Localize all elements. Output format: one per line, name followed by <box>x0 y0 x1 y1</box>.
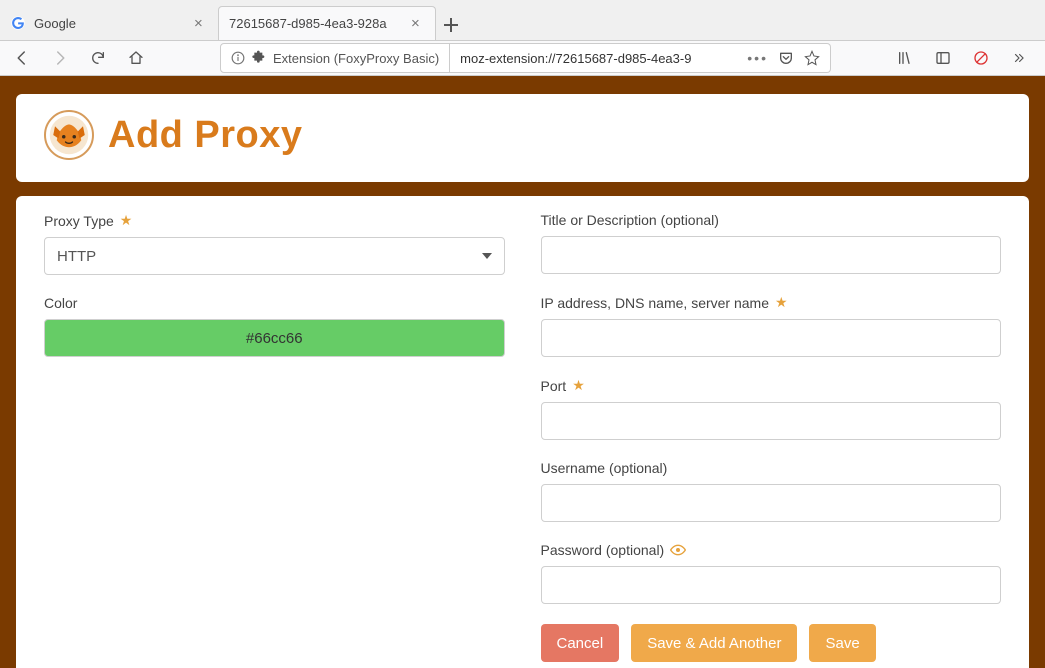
page-actions-icon[interactable]: ••• <box>747 50 768 66</box>
tab-google[interactable]: Google × <box>0 6 218 40</box>
library-icon[interactable] <box>891 44 919 72</box>
label-title: Title or Description (optional) <box>541 212 719 228</box>
back-button[interactable] <box>8 44 36 72</box>
label-ip: IP address, DNS name, server name <box>541 295 770 311</box>
cancel-button[interactable]: Cancel <box>541 624 620 662</box>
header-card: Add Proxy <box>16 94 1029 182</box>
left-column: Proxy Type ★ HTTP Color #66cc66 <box>44 212 505 662</box>
tab-extension[interactable]: 72615687-d985-4ea3-928a × <box>218 6 436 40</box>
password-input[interactable] <box>541 566 1002 604</box>
page-background: Add Proxy Proxy Type ★ HTTP Col <box>0 76 1045 668</box>
label-username: Username (optional) <box>541 460 668 476</box>
page-title: Add Proxy <box>108 114 303 157</box>
forward-button[interactable] <box>46 44 74 72</box>
url-input[interactable] <box>460 51 737 66</box>
urlbar[interactable]: ••• <box>450 43 831 73</box>
label-color: Color <box>44 295 77 311</box>
color-swatch[interactable]: #66cc66 <box>44 319 505 357</box>
proxy-type-select[interactable]: HTTP <box>44 237 505 275</box>
toolbar-right <box>891 44 1037 72</box>
tabstrip: Google × 72615687-d985-4ea3-928a × <box>0 0 1045 40</box>
port-input[interactable] <box>541 402 1002 440</box>
field-proxy-type: Proxy Type ★ HTTP <box>44 212 505 275</box>
reload-button[interactable] <box>84 44 112 72</box>
tab-title: 72615687-d985-4ea3-928a <box>229 16 403 31</box>
right-column: Title or Description (optional) IP addre… <box>541 212 1002 662</box>
field-color: Color #66cc66 <box>44 295 505 357</box>
required-star-icon: ★ <box>120 212 133 229</box>
label-proxy-type: Proxy Type <box>44 213 114 229</box>
label-password: Password (optional) <box>541 542 665 558</box>
urlbar-wrapper: Extension (FoxyProxy Basic) ••• <box>220 43 831 73</box>
caret-down-icon <box>482 253 492 259</box>
field-ip: IP address, DNS name, server name ★ <box>541 294 1002 357</box>
proxy-type-value: HTTP <box>57 248 96 265</box>
identity-label: Extension (FoxyProxy Basic) <box>273 51 439 66</box>
sidebar-icon[interactable] <box>929 44 957 72</box>
field-port: Port ★ <box>541 377 1002 440</box>
field-title: Title or Description (optional) <box>541 212 1002 274</box>
overflow-icon[interactable] <box>1005 44 1033 72</box>
form-card: Proxy Type ★ HTTP Color #66cc66 <box>16 196 1029 668</box>
toolbar: Extension (FoxyProxy Basic) ••• <box>0 40 1045 76</box>
noscript-icon[interactable] <box>967 44 995 72</box>
title-input[interactable] <box>541 236 1002 274</box>
tab-title: Google <box>34 16 186 31</box>
username-input[interactable] <box>541 484 1002 522</box>
foxyproxy-logo <box>44 110 94 160</box>
pocket-icon[interactable] <box>778 50 794 66</box>
close-icon[interactable]: × <box>411 16 425 31</box>
home-button[interactable] <box>122 44 150 72</box>
required-star-icon: ★ <box>775 294 788 311</box>
identity-box[interactable]: Extension (FoxyProxy Basic) <box>220 43 450 73</box>
info-icon <box>231 51 245 65</box>
google-favicon <box>10 15 26 31</box>
bookmark-star-icon[interactable] <box>804 50 820 66</box>
required-star-icon: ★ <box>572 377 585 394</box>
field-password: Password (optional) <box>541 542 1002 604</box>
ip-input[interactable] <box>541 319 1002 357</box>
button-row: Cancel Save & Add Another Save <box>541 624 1002 662</box>
save-add-another-button[interactable]: Save & Add Another <box>631 624 797 662</box>
extension-icon <box>251 50 267 66</box>
eye-icon[interactable] <box>670 544 686 556</box>
close-icon[interactable]: × <box>194 16 208 31</box>
new-tab-button[interactable] <box>436 10 466 40</box>
label-port: Port <box>541 378 567 394</box>
field-username: Username (optional) <box>541 460 1002 522</box>
save-button[interactable]: Save <box>809 624 875 662</box>
